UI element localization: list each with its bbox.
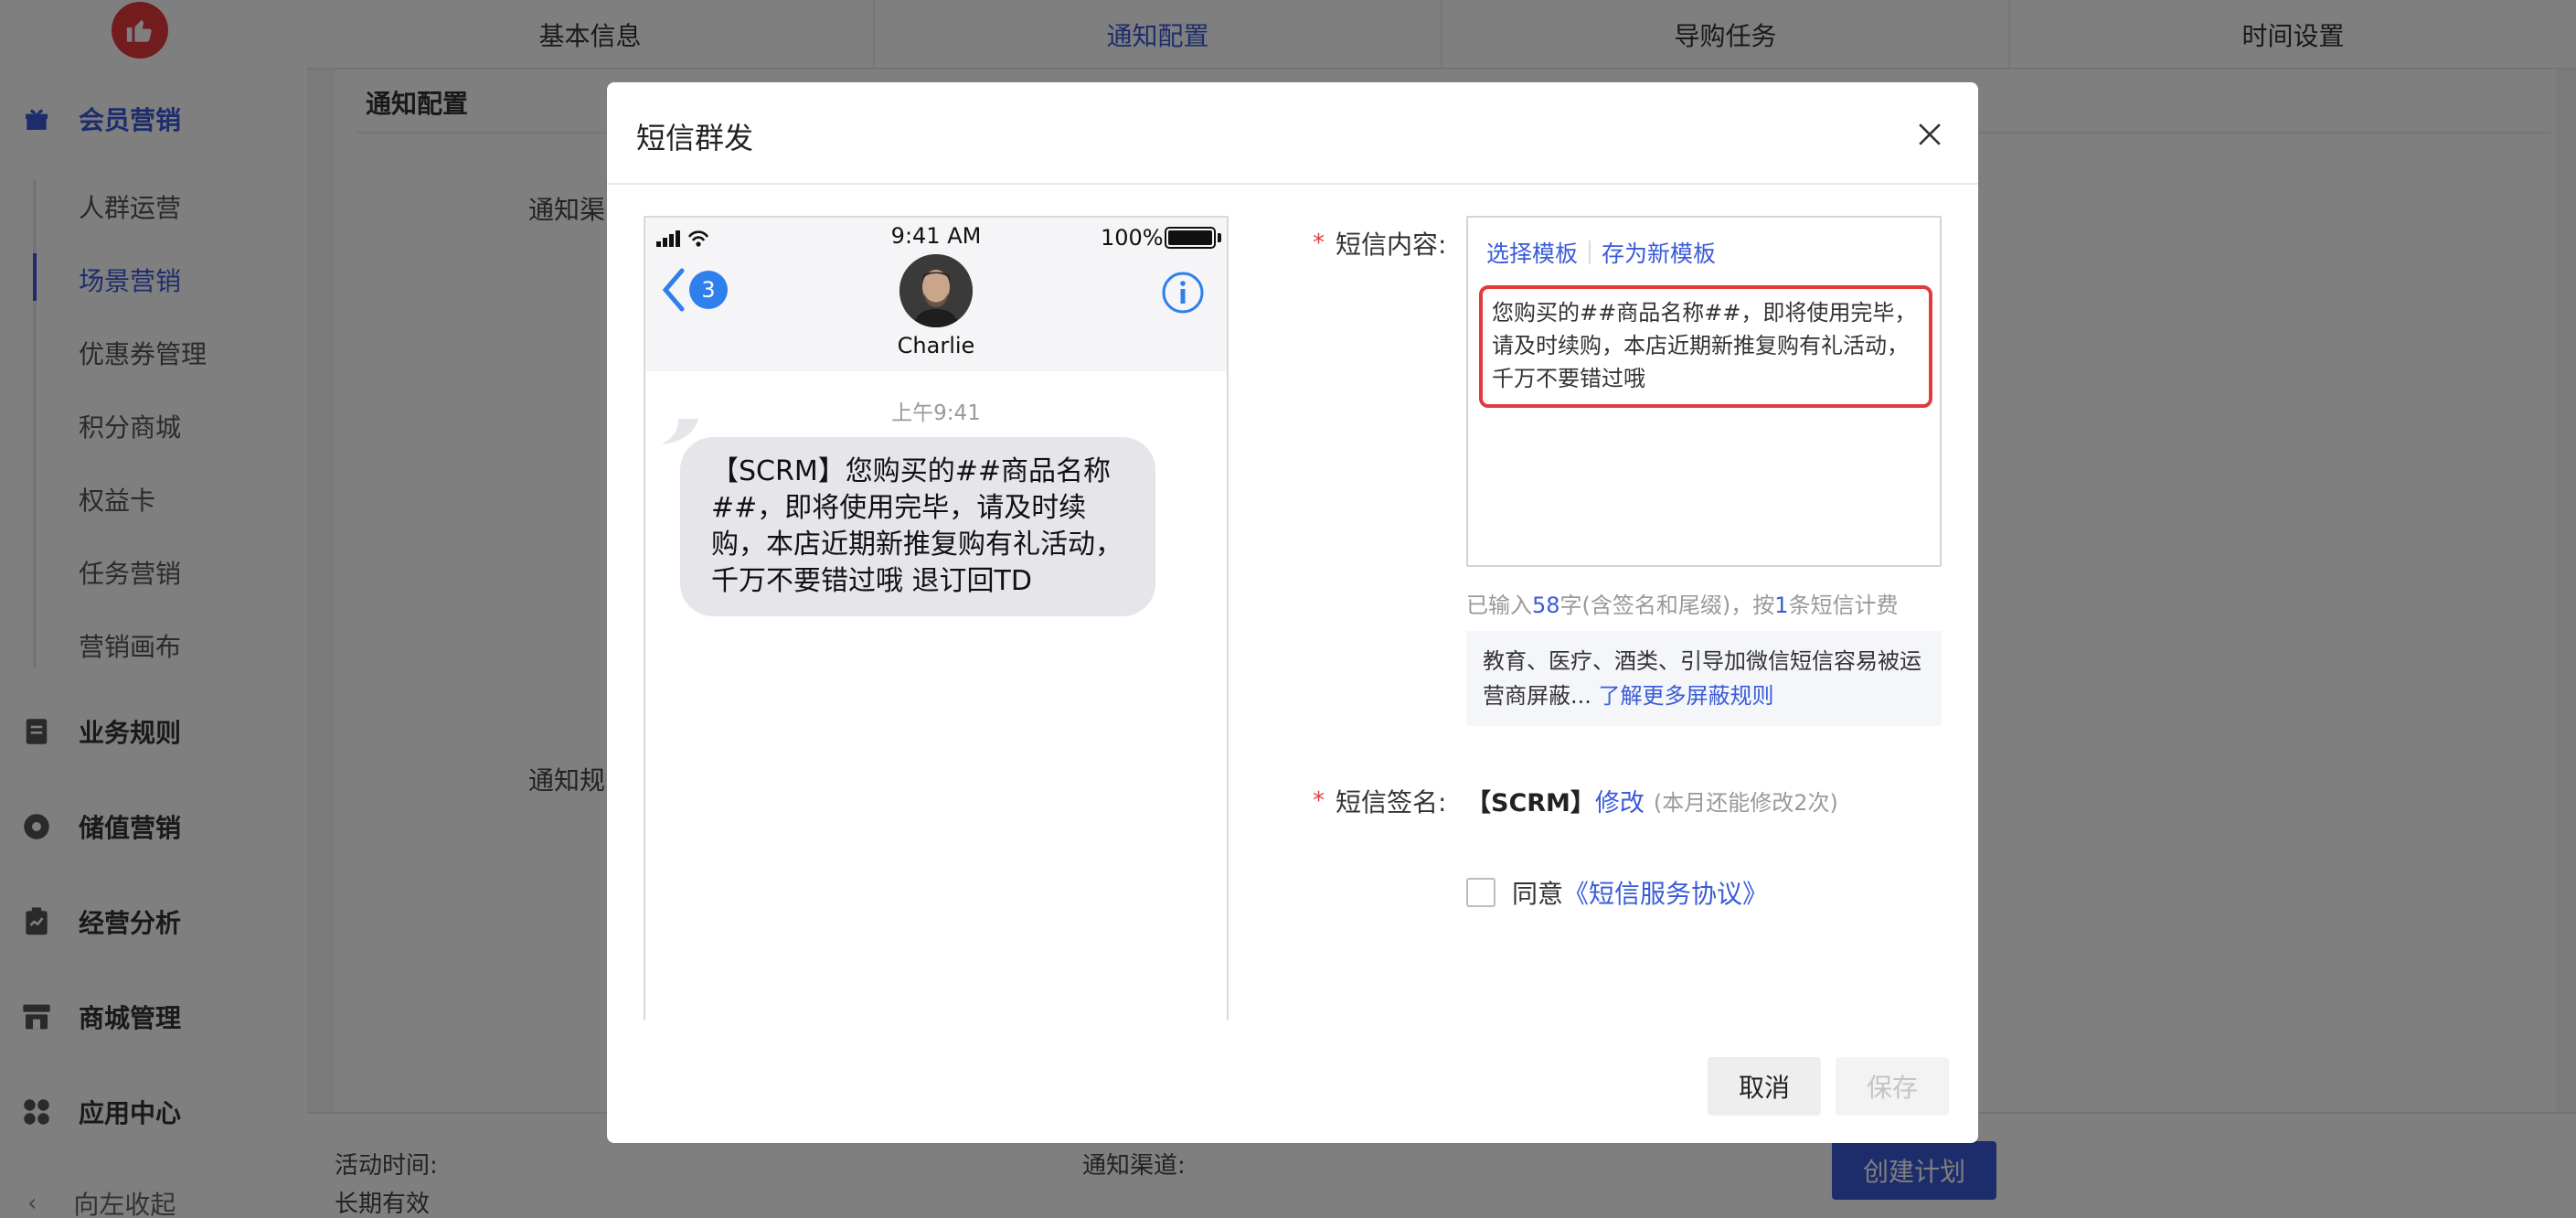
- signature-row: 【SCRM】 修改 (本月还能修改2次): [1466, 783, 1838, 818]
- signature-value: 【SCRM】: [1466, 789, 1595, 817]
- cancel-button[interactable]: 取消: [1708, 1057, 1821, 1116]
- battery-percent: 100%: [1101, 225, 1164, 251]
- edit-signature-link[interactable]: 修改: [1595, 783, 1645, 818]
- sms-content-input[interactable]: 您购买的##商品名称##，即将使用完毕，请及时续购，本店近期新推复购有礼活动，千…: [1479, 285, 1932, 408]
- signature-hint: (本月还能修改2次): [1653, 790, 1838, 816]
- battery-cap: [1218, 233, 1221, 242]
- avatar: [899, 254, 973, 327]
- sms-signature-label-text: 短信签名:: [1336, 787, 1447, 817]
- back-chevron-icon: [662, 268, 685, 312]
- blocking-notice: 教育、医疗、酒类、引导加微信短信容易被运营商屏蔽... 了解更多屏蔽规则: [1466, 631, 1942, 726]
- bubble-tail: [662, 419, 698, 444]
- sms-broadcast-modal: 短信群发 9:41 AM 100% 3 Charlie 上午9:41 【SCRM…: [607, 82, 1978, 1143]
- close-button[interactable]: [1909, 113, 1951, 155]
- sms-message-bubble: 【SCRM】您购买的##商品名称##，即将使用完毕，请及时续购，本店近期新推复购…: [680, 437, 1155, 616]
- phone-preview: 9:41 AM 100% 3 Charlie 上午9:41 【SCRM】您购买的…: [644, 216, 1229, 1020]
- agreement-row: 同意 《短信服务协议》: [1466, 874, 1768, 911]
- agree-prefix: 同意: [1512, 879, 1564, 909]
- message-timestamp: 上午9:41: [891, 401, 981, 425]
- count-middle: 字(含签名和尾缀)，按: [1559, 593, 1775, 618]
- sms-service-agreement-link[interactable]: 《短信服务协议》: [1563, 874, 1768, 911]
- agree-checkbox[interactable]: [1466, 878, 1496, 907]
- modal-header: 短信群发: [607, 82, 1978, 185]
- toolbar-separator: [1589, 240, 1591, 264]
- required-asterisk: *: [1313, 230, 1325, 257]
- phone-header: 9:41 AM 100% 3 Charlie: [645, 218, 1227, 371]
- count-prefix: 已输入: [1466, 593, 1532, 618]
- info-icon[interactable]: [1161, 271, 1205, 315]
- char-count: 已输入58字(含签名和尾缀)，按1条短信计费: [1466, 587, 1899, 619]
- count-chars: 58: [1532, 593, 1560, 618]
- close-icon: [1919, 123, 1941, 145]
- count-messages: 1: [1774, 593, 1789, 618]
- learn-more-link[interactable]: 了解更多屏蔽规则: [1599, 683, 1774, 709]
- save-as-template-link[interactable]: 存为新模板: [1602, 236, 1716, 269]
- sms-content-editor: 选择模板 存为新模板 您购买的##商品名称##，即将使用完毕，请及时续购，本店近…: [1466, 216, 1942, 567]
- select-template-link[interactable]: 选择模板: [1486, 236, 1578, 269]
- battery-icon: [1165, 227, 1216, 249]
- modal-title: 短信群发: [636, 121, 754, 155]
- template-toolbar: 选择模板 存为新模板: [1486, 236, 1716, 269]
- sms-content-label-text: 短信内容:: [1336, 230, 1447, 260]
- unread-badge[interactable]: 3: [689, 271, 728, 309]
- count-suffix: 条短信计费: [1788, 593, 1899, 618]
- save-button[interactable]: 保存: [1836, 1057, 1949, 1116]
- contact-name: Charlie: [897, 333, 975, 358]
- required-asterisk: *: [1313, 787, 1325, 815]
- sms-content-label: * 短信内容:: [1313, 225, 1446, 262]
- sms-signature-label: * 短信签名:: [1313, 783, 1446, 819]
